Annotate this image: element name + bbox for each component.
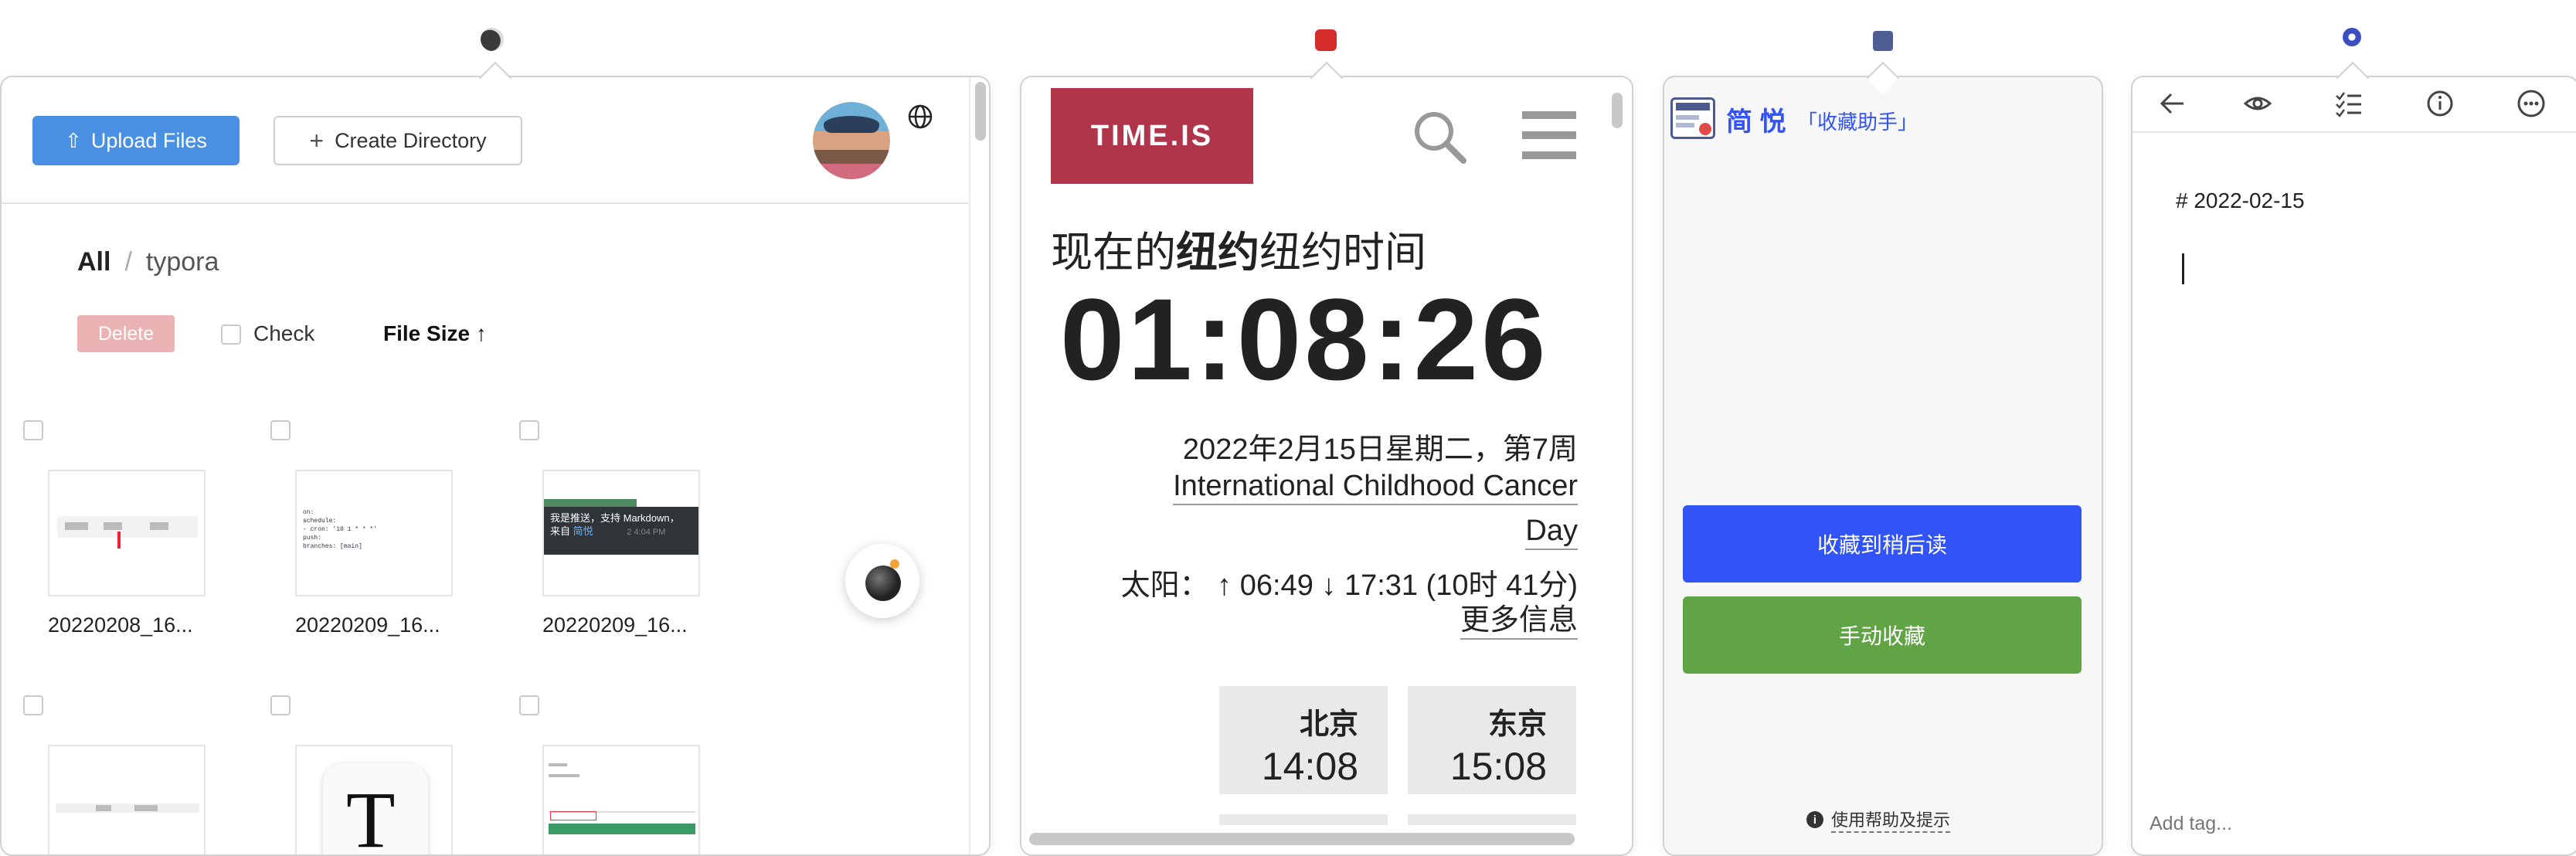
floating-bomb-button[interactable] bbox=[845, 544, 919, 618]
menu-icon[interactable] bbox=[1522, 111, 1576, 161]
file-thumbnail-1[interactable] bbox=[48, 470, 206, 596]
read-later-button[interactable]: 收藏到稍后读 bbox=[1683, 505, 2082, 583]
file-thumbnail-2[interactable]: on: schedule: - cron: '10 1 * * *' push:… bbox=[295, 470, 453, 596]
city-block-tokyo[interactable]: 东京 15:08 bbox=[1408, 686, 1576, 794]
breadcrumb-root[interactable]: All bbox=[77, 247, 110, 277]
bomb-extension-icon[interactable] bbox=[481, 28, 504, 51]
breadcrumb-current[interactable]: typora bbox=[146, 247, 219, 277]
date-line: 2022年2月15日星期二，第7周 bbox=[1182, 433, 1578, 466]
file-checkbox-1[interactable] bbox=[23, 420, 43, 440]
upload-files-button[interactable]: ⇧ Upload Files bbox=[32, 116, 240, 165]
time-is-extension-icon[interactable] bbox=[1315, 29, 1337, 51]
file-name-2[interactable]: 20220209_16... bbox=[295, 613, 440, 637]
notes-extension-icon[interactable] bbox=[2343, 28, 2361, 46]
time-is-panel: TIME.IS 现在的纽约纽约时间 01:08:26 2022年2月15日星期二… bbox=[1020, 76, 1633, 856]
breadcrumb: All / typora bbox=[77, 247, 219, 277]
eye-icon[interactable] bbox=[2242, 88, 2273, 119]
file-checkbox-6[interactable] bbox=[519, 695, 539, 715]
file-checkbox-3[interactable] bbox=[519, 420, 539, 440]
horizontal-scrollbar[interactable] bbox=[1029, 833, 1575, 845]
checklist-icon[interactable] bbox=[2333, 88, 2364, 119]
plus-icon: + bbox=[309, 126, 325, 155]
add-tag-input[interactable]: Add tag... bbox=[2149, 813, 2232, 835]
notes-panel: # 2022-02-15 Add tag... bbox=[2131, 76, 2576, 856]
clock-display: 01:08:26 bbox=[1060, 274, 1549, 404]
event-line-2[interactable]: Day bbox=[1525, 513, 1578, 550]
bomb-icon bbox=[865, 566, 901, 601]
file-checkbox-5[interactable] bbox=[270, 695, 291, 715]
more-info-link[interactable]: 更多信息 bbox=[1460, 603, 1578, 640]
vertical-scrollbar-track bbox=[969, 77, 970, 854]
file-thumbnail-3[interactable]: 我是推送，支持 Markdown， 来自 简悦 2 4:04 PM bbox=[542, 470, 700, 596]
file-name-3[interactable]: 20220209_16... bbox=[542, 613, 688, 637]
note-editor[interactable]: # 2022-02-15 bbox=[2140, 142, 2573, 776]
more-options-icon[interactable] bbox=[2516, 88, 2547, 119]
jianyue-logo-icon bbox=[1670, 97, 1715, 139]
search-icon[interactable] bbox=[1411, 108, 1470, 167]
event-line-1[interactable]: International Childhood Cancer bbox=[1173, 468, 1578, 505]
arrow-up-icon: ↑ bbox=[475, 321, 487, 345]
vertical-scrollbar[interactable] bbox=[1612, 93, 1623, 128]
sun-times: 太阳： ↑ 06:49 ↓ 17:31 (10时 41分) bbox=[1120, 569, 1578, 602]
manual-save-button[interactable]: 手动收藏 bbox=[1683, 596, 2082, 674]
time-is-logo[interactable]: TIME.IS bbox=[1051, 88, 1253, 184]
file-checkbox-4[interactable] bbox=[23, 695, 43, 715]
note-heading-text: # 2022-02-15 bbox=[2176, 189, 2305, 212]
check-label: Check bbox=[253, 321, 315, 345]
sort-file-size[interactable]: File Size ↑ bbox=[383, 321, 487, 346]
city-block-row-2 bbox=[1219, 814, 1576, 825]
info-icon: i bbox=[1806, 811, 1823, 828]
jianyue-subtitle: 「收藏助手」 bbox=[1797, 110, 1918, 134]
file-thumbnail-6[interactable] bbox=[542, 745, 700, 854]
city-block-beijing[interactable]: 北京 14:08 bbox=[1219, 686, 1388, 794]
file-name-1[interactable]: 20220208_16... bbox=[48, 613, 193, 637]
vertical-scrollbar[interactable] bbox=[975, 82, 986, 141]
time-heading: 现在的纽约纽约时间 bbox=[1051, 229, 1426, 276]
back-arrow-icon[interactable] bbox=[2157, 88, 2188, 119]
file-thumbnail-5[interactable]: T bbox=[295, 745, 453, 854]
create-directory-button[interactable]: + Create Directory bbox=[274, 116, 522, 165]
jianyue-title: 简 悦 bbox=[1726, 107, 1786, 137]
jianyue-extension-icon[interactable] bbox=[1873, 31, 1893, 51]
avatar[interactable] bbox=[813, 102, 890, 179]
delete-button[interactable]: Delete bbox=[77, 315, 175, 352]
help-link[interactable]: i 使用帮助及提示 bbox=[1806, 807, 1951, 833]
typora-app-icon: T bbox=[323, 763, 428, 854]
text-cursor bbox=[2182, 253, 2184, 284]
file-checkbox-2[interactable] bbox=[270, 420, 291, 440]
info-circle-icon[interactable] bbox=[2425, 88, 2455, 119]
upload-icon: ⇧ bbox=[65, 128, 82, 152]
check-all-checkbox[interactable] bbox=[221, 324, 241, 345]
jianyue-panel: 简 悦 「收藏助手」 收藏到稍后读 手动收藏 i 使用帮助及提示 bbox=[1663, 76, 2103, 856]
file-thumbnail-4[interactable] bbox=[48, 745, 206, 854]
file-manager-panel: ⇧ Upload Files + Create Directory All / … bbox=[0, 76, 991, 856]
globe-icon[interactable] bbox=[907, 104, 933, 130]
